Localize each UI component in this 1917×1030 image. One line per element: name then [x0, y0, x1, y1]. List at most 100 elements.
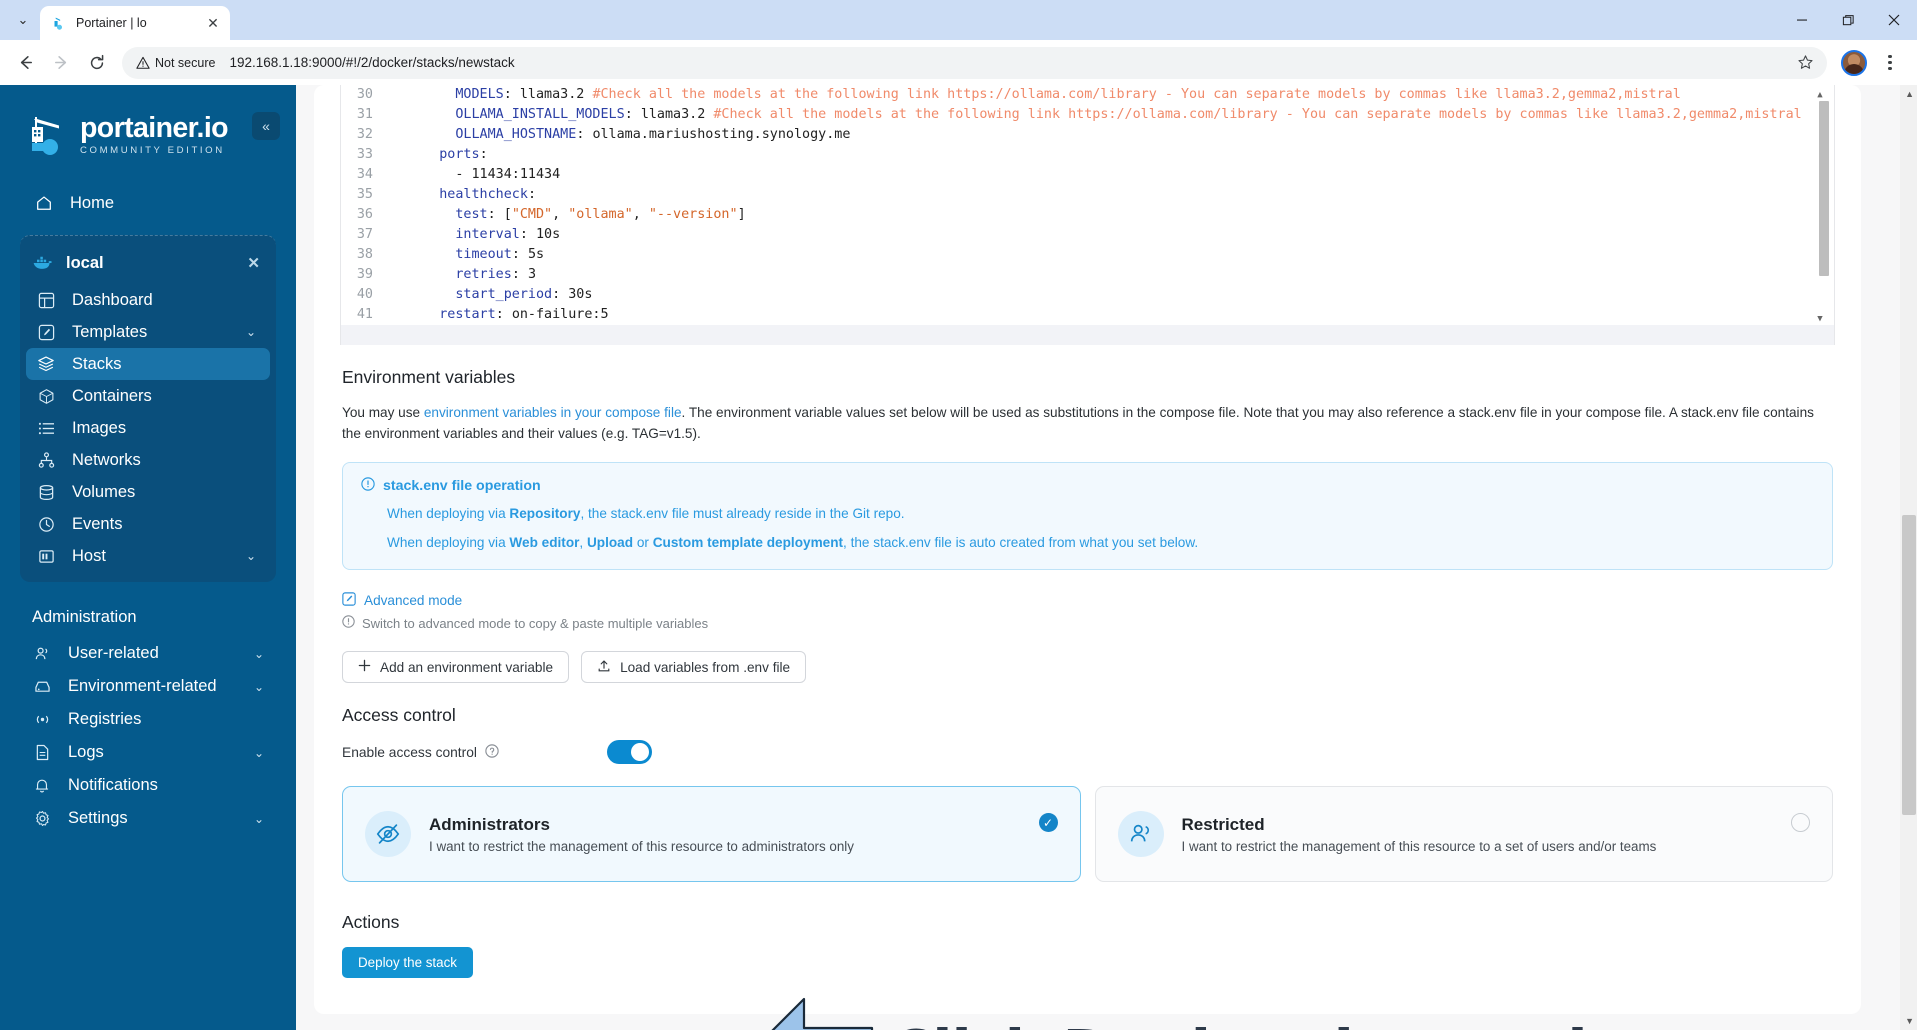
advanced-mode-label: Advanced mode: [364, 593, 463, 608]
docker-whale-icon: [32, 255, 52, 271]
chevron-down-icon[interactable]: ⌄: [246, 325, 256, 339]
sidebar-item-label: Events: [72, 514, 123, 533]
sidebar-item-logs[interactable]: Logs ⌄: [26, 736, 270, 769]
desc-text-before: You may use: [342, 405, 424, 420]
sidebar-item-label: Settings: [68, 809, 128, 827]
browser-tab[interactable]: Portainer | lo ✕: [40, 6, 230, 40]
page-scroll-up-arrow-icon[interactable]: ▲: [1905, 89, 1914, 99]
sidebar-item-notifications[interactable]: Notifications: [26, 769, 270, 802]
sidebar-item-networks[interactable]: Networks: [26, 444, 270, 476]
chevron-down-icon[interactable]: ⌄: [254, 680, 264, 694]
sidebar-item-containers[interactable]: Containers: [26, 380, 270, 412]
sidebar-item-label: Environment-related: [68, 677, 217, 695]
sidebar-item-label: Notifications: [68, 776, 158, 794]
editor-line-code[interactable]: OLLAMA_INSTALL_MODELS: llama3.2 #Check a…: [389, 105, 1834, 125]
environment-header[interactable]: local ✕: [20, 242, 276, 284]
sidebar-item-volumes[interactable]: Volumes: [26, 476, 270, 508]
editor-line-code[interactable]: OLLAMA_HOSTNAME: ollama.mariushosting.sy…: [389, 125, 1834, 145]
sidebar-item-label: Templates: [72, 322, 148, 341]
chrome-menu-icon[interactable]: [1875, 48, 1905, 78]
chevron-down-icon[interactable]: ⌄: [254, 746, 264, 760]
deploy-the-stack-button[interactable]: Deploy the stack: [342, 947, 473, 978]
sidebar-item-environment-related[interactable]: Environment-related ⌄: [26, 670, 270, 703]
editor-line-code[interactable]: healthcheck:: [389, 185, 1834, 205]
window-close-button[interactable]: [1871, 0, 1917, 40]
logo-subtitle: COMMUNITY EDITION: [80, 144, 225, 156]
editor-line-number: 32: [356, 127, 373, 142]
page-scroll-down-arrow-icon[interactable]: ▼: [1905, 1016, 1914, 1026]
sidebar-item-registries[interactable]: Registries: [26, 703, 270, 736]
security-indicator[interactable]: Not secure: [136, 56, 215, 70]
editor-line-code[interactable]: timeout: 5s: [389, 245, 1834, 265]
address-bar[interactable]: Not secure 192.168.1.18:9000/#!/2/docker…: [122, 46, 1827, 79]
reload-button[interactable]: [80, 46, 114, 80]
sidebar-item-dashboard[interactable]: Dashboard: [26, 284, 270, 316]
editor-line-code[interactable]: retries: 3: [389, 265, 1834, 285]
editor-line-code[interactable]: test: ["CMD", "ollama", "--version"]: [389, 205, 1834, 225]
editor-line-code[interactable]: ports:: [389, 145, 1834, 165]
add-environment-variable-button[interactable]: Add an environment variable: [342, 651, 570, 683]
editor-line-code[interactable]: start_period: 30s: [389, 285, 1834, 305]
sidebar-item-user-related[interactable]: User-related ⌄: [26, 637, 270, 670]
editor-line-number: 39: [356, 267, 373, 282]
question-circle-icon[interactable]: [485, 743, 499, 761]
environment-icon: [32, 679, 52, 694]
sidebar-item-home[interactable]: Home: [22, 183, 274, 223]
sidebar-item-images[interactable]: Images: [26, 412, 270, 444]
dashboard-icon: [36, 292, 56, 309]
load-env-file-button[interactable]: Load variables from .env file: [581, 651, 807, 683]
editor-line-code[interactable]: restart: on-failure:5: [389, 305, 1834, 325]
editor-line-number: 35: [356, 187, 373, 202]
option-radio-unselected[interactable]: [1791, 813, 1810, 832]
page-scrollbar[interactable]: ▲ ▼: [1900, 85, 1917, 1030]
access-control-options: Administrators I want to restrict the ma…: [342, 786, 1833, 882]
sidebar-item-stacks[interactable]: Stacks: [26, 348, 270, 380]
sidebar-item-host[interactable]: Host ⌄: [26, 540, 270, 572]
sidebar-item-templates[interactable]: Templates ⌄: [26, 316, 270, 348]
compose-code-editor[interactable]: 30 MODELS: llama3.2 #Check all the model…: [340, 85, 1835, 345]
access-option-restricted[interactable]: Restricted I want to restrict the manage…: [1094, 786, 1833, 882]
scroll-down-arrow-icon[interactable]: ▼: [1814, 309, 1826, 329]
back-button[interactable]: [8, 46, 42, 80]
chevron-down-icon[interactable]: ⌄: [254, 647, 264, 661]
forward-button[interactable]: [44, 46, 78, 80]
environment-name: local: [66, 253, 104, 272]
page-scroll-thumb[interactable]: [1902, 515, 1916, 815]
editor-scroll-thumb[interactable]: [1819, 101, 1829, 276]
url-text[interactable]: 192.168.1.18:9000/#!/2/docker/stacks/new…: [223, 55, 1783, 70]
users-group-icon: [1117, 811, 1164, 857]
window-maximize-button[interactable]: [1825, 0, 1871, 40]
editor-lines: 30 MODELS: llama3.2 #Check all the model…: [341, 85, 1834, 325]
tab-search-chevron-icon[interactable]: ⌄: [6, 4, 40, 36]
profile-avatar[interactable]: [1841, 49, 1867, 76]
chevron-down-icon[interactable]: ⌄: [254, 812, 264, 826]
tab-close-icon[interactable]: ✕: [204, 14, 222, 32]
sidebar-item-settings[interactable]: Settings ⌄: [26, 802, 270, 835]
option-selected-check-icon[interactable]: ✓: [1038, 813, 1058, 832]
advanced-mode-toggle[interactable]: Advanced mode: [342, 592, 1835, 609]
warning-triangle-icon: [136, 56, 150, 69]
templates-icon: [36, 324, 56, 341]
bookmark-star-icon[interactable]: [1791, 49, 1819, 77]
eye-slash-icon: [365, 811, 411, 857]
editor-scrollbar[interactable]: ▲ ▼: [1817, 87, 1830, 325]
editor-line-code[interactable]: interval: 10s: [389, 225, 1834, 245]
editor-line-code[interactable]: MODELS: llama3.2 #Check all the models a…: [389, 85, 1834, 105]
sidebar-collapse-button[interactable]: «: [252, 112, 280, 140]
editor-line: 33 ports:: [341, 145, 1834, 165]
portainer-favicon-icon: [51, 15, 68, 32]
editor-line-number: 41: [356, 307, 373, 322]
access-option-administrators[interactable]: Administrators I want to restrict the ma…: [342, 786, 1081, 882]
logo-title: portainer.io: [80, 112, 229, 145]
sidebar-item-events[interactable]: Events: [26, 508, 270, 540]
env-vars-doc-link[interactable]: environment variables in your compose fi…: [424, 405, 682, 420]
sidebar: portainer.io COMMUNITY EDITION « Home lo…: [0, 85, 296, 1030]
chevron-down-icon[interactable]: ⌄: [246, 549, 256, 563]
editor-line-number: 36: [356, 207, 373, 222]
editor-line-code[interactable]: - 11434:11434: [389, 165, 1834, 185]
window-minimize-button[interactable]: [1779, 0, 1825, 40]
line2-suffix: , the stack.env file is auto created fro…: [843, 535, 1199, 550]
environment-close-icon[interactable]: ✕: [247, 254, 260, 272]
editor-line-number: 37: [356, 227, 373, 242]
enable-access-control-toggle[interactable]: [607, 740, 652, 764]
